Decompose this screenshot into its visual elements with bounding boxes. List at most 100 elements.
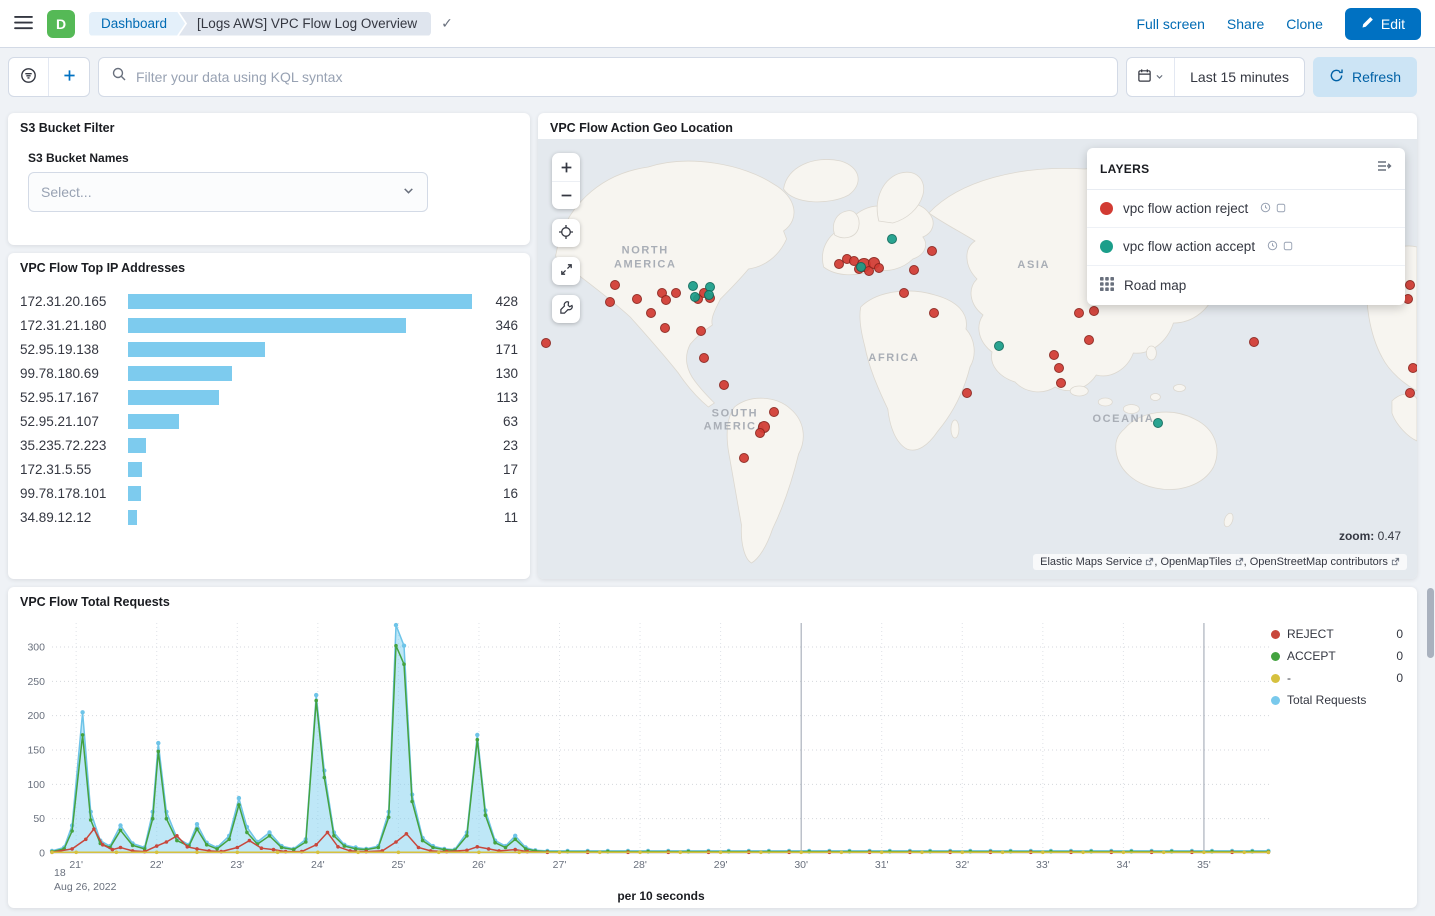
ip-bar[interactable] [128,414,472,429]
geo-point-reject[interactable] [696,326,706,336]
zoom-indicator: zoom: 0.47 [1339,529,1401,543]
geo-point-reject[interactable] [929,308,939,318]
ip-row: 52.95.17.167113 [20,385,518,409]
geo-point-reject[interactable] [605,297,615,307]
ip-bar[interactable] [128,486,472,501]
layers-collapse-icon[interactable] [1376,159,1392,178]
geo-point-reject[interactable] [699,353,709,363]
refresh-button[interactable]: Refresh [1313,57,1417,97]
layer-item-basemap[interactable]: Road map [1087,266,1405,305]
geo-point-reject[interactable] [1074,308,1084,318]
ip-bar[interactable] [128,318,472,333]
layer-label: vpc flow action reject [1123,201,1248,216]
geo-point-accept[interactable] [690,292,700,302]
geo-point-reject[interactable] [1405,280,1415,290]
geo-point-reject[interactable] [719,380,729,390]
breadcrumb-dashboard[interactable]: Dashboard [89,12,185,36]
geo-point-accept[interactable] [688,281,698,291]
breadcrumb-current[interactable]: [Logs AWS] VPC Flow Log Overview [179,12,431,36]
ip-address-label: 172.31.21.180 [20,318,128,333]
ip-bar[interactable] [128,438,472,453]
ip-bar[interactable] [128,294,472,309]
layer-mini-icons [1260,201,1286,216]
geo-point-reject[interactable] [755,428,765,438]
legend-label: ACCEPT [1287,649,1336,663]
kql-input[interactable] [136,69,1105,85]
basemap-label: Road map [1124,278,1186,293]
geo-point-reject[interactable] [1249,337,1259,347]
geo-point-reject[interactable] [1405,388,1415,398]
edit-button[interactable]: Edit [1345,8,1421,40]
space-avatar[interactable]: D [47,10,75,38]
legend-item[interactable]: ACCEPT0 [1271,645,1403,667]
geo-point-accept[interactable] [994,341,1004,351]
geo-point-accept[interactable] [856,262,866,272]
full-screen-link[interactable]: Full screen [1136,16,1204,32]
layer-item[interactable]: vpc flow action reject [1087,190,1405,228]
ip-bar[interactable] [128,366,472,381]
geo-point-reject[interactable] [660,323,670,333]
geo-point-reject[interactable] [646,308,656,318]
dashboard-content: S3 Bucket Filter S3 Bucket Names Select.… [0,105,1435,916]
geo-point-reject[interactable] [962,388,972,398]
add-filter-button[interactable] [49,58,89,96]
geo-point-reject[interactable] [739,453,749,463]
geo-point-reject[interactable] [1089,306,1099,316]
geo-point-reject[interactable] [1049,350,1059,360]
legend-item[interactable]: -0 [1271,667,1403,689]
ip-count: 113 [472,390,518,405]
clone-link[interactable]: Clone [1286,16,1323,32]
set-view-button[interactable] [552,219,580,247]
date-picker-button[interactable] [1127,58,1175,96]
geo-point-reject[interactable] [1054,363,1064,373]
time-range-button[interactable]: Last 15 minutes [1175,69,1304,85]
svg-text:250: 250 [27,676,45,688]
s3-bucket-select[interactable]: Select... [28,172,428,212]
axis-date-label: 18 Aug 26, 2022 [54,867,116,894]
attribution-link[interactable]: OpenMapTiles [1160,556,1243,568]
legend-item[interactable]: Total Requests [1271,689,1403,711]
geo-point-reject[interactable] [671,288,681,298]
geo-point-reject[interactable] [1408,363,1417,373]
layer-mini-icons [1267,239,1293,254]
geo-point-reject[interactable] [541,338,551,348]
geo-point-accept[interactable] [1153,418,1163,428]
geo-point-reject[interactable] [927,246,937,256]
geo-point-reject[interactable] [632,294,642,304]
zoom-out-button[interactable] [552,181,580,209]
attribution-link[interactable]: OpenStreetMap contributors [1250,556,1400,568]
geo-point-reject[interactable] [1084,335,1094,345]
geo-point-accept[interactable] [887,234,897,244]
legend-item[interactable]: REJECT0 [1271,623,1403,645]
geo-point-accept[interactable] [704,290,714,300]
ts-chart-mount[interactable]: 05010015020025030021'22'23'24'25'26'27'2… [16,617,1278,880]
geo-point-reject[interactable] [1056,378,1066,388]
menu-button[interactable] [14,15,33,33]
fit-to-data-button[interactable] [552,257,580,285]
geo-point-reject[interactable] [769,407,779,417]
geo-point-reject[interactable] [661,295,671,305]
svg-text:100: 100 [27,779,45,791]
saved-query-button[interactable] [9,58,49,96]
ip-bar[interactable] [128,390,472,405]
top-ip-addresses-panel: VPC Flow Top IP Addresses 172.31.20.1654… [8,253,530,579]
legend-color-dot [1271,674,1280,683]
legend-color-dot [1271,652,1280,661]
ip-bar[interactable] [128,342,472,357]
share-link[interactable]: Share [1227,16,1264,32]
zoom-in-button[interactable] [552,153,580,181]
ip-bar[interactable] [128,510,472,525]
attribution-link[interactable]: Elastic Maps Service [1040,556,1154,568]
map-tools-button[interactable] [552,295,580,323]
geo-point-reject[interactable] [874,263,884,273]
layer-item[interactable]: vpc flow action accept [1087,228,1405,266]
world-map[interactable]: NORTHAMERICASOUTHAMERICAAFRICAASIAOCEANI… [538,139,1417,579]
page-scrollbar[interactable] [1427,588,1434,658]
total-requests-chart[interactable]: 05010015020025030021'22'23'24'25'26'27'2… [16,617,1278,875]
check-icon: ✓ [441,15,453,32]
geo-point-reject[interactable] [610,280,620,290]
ip-bar[interactable] [128,462,472,477]
svg-text:23': 23' [230,859,244,871]
geo-point-reject[interactable] [909,265,919,275]
geo-point-reject[interactable] [899,288,909,298]
